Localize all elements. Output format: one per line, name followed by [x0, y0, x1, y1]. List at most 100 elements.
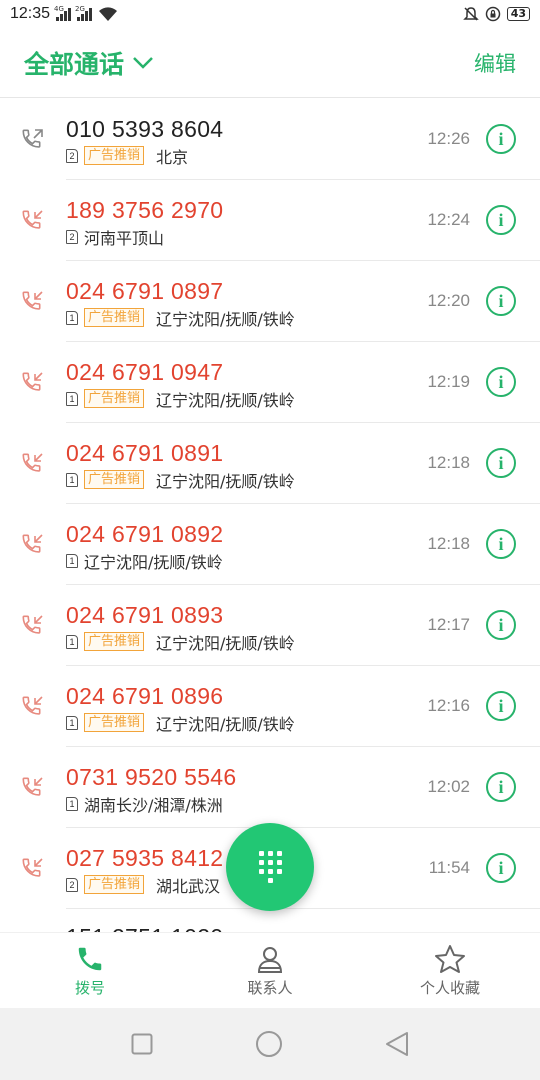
call-log-item[interactable]: 024 6791 0893 1 广告推销 辽宁沈阳/抚顺/铁岭 12:17 i	[0, 585, 540, 666]
dialer-app: 12:35 4G 2G 43 全部通话 编辑 010 5393 8604 2 广…	[0, 0, 540, 1080]
call-number: 024 6791 0897	[66, 277, 224, 304]
sim-card-icon: 2	[66, 148, 78, 163]
spam-tag: 广告推销	[84, 470, 145, 489]
nav-dial[interactable]: 拨号	[0, 933, 180, 1008]
status-time: 12:35	[10, 5, 51, 22]
info-icon: i	[498, 372, 504, 392]
call-info-button[interactable]: i	[486, 286, 516, 316]
call-info-button[interactable]: i	[486, 691, 516, 721]
chevron-down-icon[interactable]	[132, 56, 154, 70]
call-log-item[interactable]: 024 6791 0896 1 广告推销 辽宁沈阳/抚顺/铁岭 12:16 i	[0, 666, 540, 747]
call-type-indicator	[0, 694, 66, 720]
missed-call-icon	[22, 209, 43, 229]
call-time: 12:20	[427, 291, 470, 310]
info-icon: i	[498, 210, 504, 230]
call-number: 024 6791 0891	[66, 439, 224, 466]
call-info-button[interactable]: i	[486, 529, 516, 559]
call-type-indicator	[0, 451, 66, 477]
sim-card-icon: 2	[66, 877, 78, 892]
recents-square-icon[interactable]	[131, 1033, 153, 1055]
call-log-item[interactable]: 010 5393 8604 2 广告推销 北京 12:26 i	[0, 99, 540, 180]
info-icon: i	[498, 858, 504, 878]
sim-card-icon: 2	[66, 229, 78, 244]
call-type-indicator	[0, 613, 66, 639]
spam-tag: 广告推销	[84, 875, 145, 894]
sim-card-icon: 1	[66, 391, 78, 406]
call-log-item[interactable]: 024 6791 0891 1 广告推销 辽宁沈阳/抚顺/铁岭 12:18 i	[0, 423, 540, 504]
call-type-indicator	[0, 856, 66, 882]
person-icon	[257, 946, 283, 973]
nav-favorites[interactable]: 个人收藏	[360, 933, 540, 1008]
call-details: 2 河南平顶山	[66, 227, 408, 248]
info-icon: i	[498, 534, 504, 554]
call-info-button[interactable]: i	[486, 610, 516, 640]
call-log-item[interactable]: 189 3756 2970 2 河南平顶山 12:24 i	[0, 180, 540, 261]
wifi-icon	[99, 7, 118, 21]
call-number: 024 6791 0892	[66, 520, 224, 547]
missed-call-icon	[22, 371, 43, 391]
outgoing-call-icon	[22, 128, 43, 148]
call-info-button[interactable]: i	[486, 124, 516, 154]
call-log-item[interactable]: 0731 9520 5546 1 湖南长沙/湘潭/株洲 12:02 i	[0, 747, 540, 828]
call-location: 辽宁沈阳/抚顺/铁岭	[156, 390, 295, 410]
call-time: 12:02	[427, 777, 470, 796]
missed-call-icon	[22, 776, 43, 796]
call-info-button[interactable]: i	[486, 448, 516, 478]
call-info-button[interactable]: i	[486, 772, 516, 802]
call-number: 151 2751 1020	[66, 924, 223, 932]
call-type-indicator	[0, 532, 66, 558]
call-location: 辽宁沈阳/抚顺/铁岭	[156, 633, 295, 653]
home-circle-icon[interactable]	[255, 1030, 283, 1058]
call-type-indicator	[0, 289, 66, 315]
call-details: 1 广告推销 辽宁沈阳/抚顺/铁岭	[66, 632, 408, 653]
dialpad-button[interactable]	[226, 823, 314, 911]
status-bar: 12:35 4G 2G 43	[0, 0, 540, 28]
sim1-signal-icon: 4G	[54, 5, 72, 21]
mute-bell-icon	[462, 7, 479, 21]
call-info-button[interactable]: i	[486, 205, 516, 235]
system-navigation-bar	[0, 1008, 540, 1080]
nav-dial-label: 拨号	[74, 978, 105, 997]
call-log-item[interactable]: 024 6791 0897 1 广告推销 辽宁沈阳/抚顺/铁岭 12:20 i	[0, 261, 540, 342]
back-triangle-icon[interactable]	[385, 1031, 409, 1057]
bottom-navigation: 拨号 联系人 个人收藏	[0, 932, 540, 1008]
call-number: 024 6791 0893	[66, 601, 224, 628]
call-number: 189 3756 2970	[66, 196, 224, 223]
spam-tag: 广告推销	[84, 308, 145, 327]
call-time: 12:19	[427, 372, 470, 391]
call-location: 辽宁沈阳/抚顺/铁岭	[84, 552, 223, 572]
spam-tag: 广告推销	[84, 389, 145, 408]
call-location: 辽宁沈阳/抚顺/铁岭	[156, 309, 295, 329]
call-details: 1 广告推销 辽宁沈阳/抚顺/铁岭	[66, 470, 408, 491]
info-icon: i	[498, 615, 504, 635]
call-time: 12:17	[427, 615, 470, 634]
missed-call-icon	[22, 533, 43, 553]
call-log-item[interactable]: 024 6791 0947 1 广告推销 辽宁沈阳/抚顺/铁岭 12:19 i	[0, 342, 540, 423]
battery-icon: 43	[506, 7, 530, 21]
call-details: 1 广告推销 辽宁沈阳/抚顺/铁岭	[66, 389, 408, 410]
call-log-list[interactable]: 010 5393 8604 2 广告推销 北京 12:26 i 189 3756…	[0, 99, 540, 932]
call-log-item[interactable]: 024 6791 0892 1 辽宁沈阳/抚顺/铁岭 12:18 i	[0, 504, 540, 585]
call-time: 12:16	[427, 696, 470, 715]
call-details: 1 湖南长沙/湘潭/株洲	[66, 794, 408, 815]
list-item-partial[interactable]: 151 2751 1020	[0, 909, 540, 932]
phone-icon	[78, 947, 102, 970]
info-icon: i	[498, 777, 504, 797]
sim2-signal-icon: 2G	[75, 5, 93, 21]
call-info-button[interactable]: i	[486, 853, 516, 883]
star-icon	[435, 944, 465, 973]
call-info-button[interactable]: i	[486, 367, 516, 397]
nav-contacts[interactable]: 联系人	[180, 933, 360, 1008]
info-icon: i	[498, 696, 504, 716]
missed-call-icon	[22, 452, 43, 472]
spam-tag: 广告推销	[84, 632, 145, 651]
dialpad-icon	[258, 851, 282, 883]
nav-favorites-label: 个人收藏	[419, 978, 480, 997]
call-time: 12:26	[427, 129, 470, 148]
edit-button[interactable]: 编辑	[474, 48, 516, 78]
info-icon: i	[498, 453, 504, 473]
sim-card-icon: 1	[66, 796, 78, 811]
call-filter-title[interactable]: 全部通话	[24, 45, 124, 81]
call-number: 024 6791 0896	[66, 682, 224, 709]
call-location: 湖南长沙/湘潭/株洲	[84, 795, 223, 815]
